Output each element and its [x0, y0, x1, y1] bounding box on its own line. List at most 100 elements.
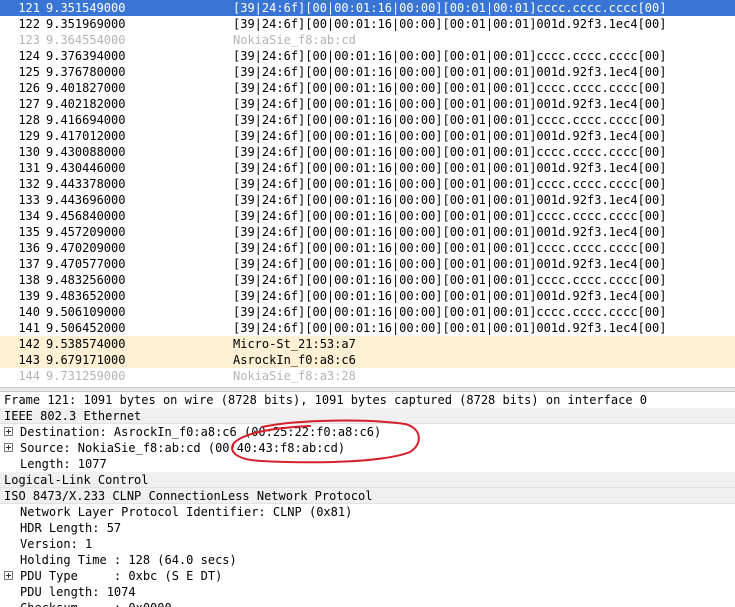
packet-time: 9.376394000: [46, 49, 126, 63]
packet-number: 133: [18, 193, 40, 207]
packet-info: NokiaSie_f8:ab:cd: [233, 33, 356, 47]
packet-time: 9.351549000: [46, 1, 126, 15]
packet-row[interactable]: 131 9.430446000 [39|24:6f][00|00:01:16|00:…: [0, 160, 735, 176]
packet-row[interactable]: 142 9.538574000 Micro-St_21:53:a7: [0, 336, 735, 352]
packet-row[interactable]: 137 9.470577000 [39|24:6f][00|00:01:16|00:…: [0, 256, 735, 272]
packet-number: 139: [18, 289, 40, 303]
packet-time: 9.351969000: [46, 17, 126, 31]
packet-row[interactable]: 136 9.470209000 [39|24:6f][00|00:01:16|00:…: [0, 240, 735, 256]
expand-plus-icon[interactable]: [4, 427, 13, 436]
packet-row[interactable]: 121 9.351549000 [39|24:6f][00|00:01:16|00:…: [0, 0, 735, 16]
detail-text: HDR Length: 57: [20, 521, 122, 535]
packet-number: 135: [18, 225, 40, 239]
packet-number: 132: [18, 177, 40, 191]
packet-row[interactable]: 138 9.483256000 [39|24:6f][00|00:01:16|00:…: [0, 272, 735, 288]
packet-info: [39|24:6f][00|00:01:16|00:00][00:01|00:0…: [233, 305, 667, 319]
packet-time: 9.402182000: [46, 97, 126, 111]
packet-list[interactable]: 121 9.351549000 [39|24:6f][00|00:01:16|00:…: [0, 0, 735, 387]
packet-info: [39|24:6f][00|00:01:16|00:00][00:01|00:0…: [233, 257, 667, 271]
detail-text: Holding Time : 128 (64.0 secs): [20, 553, 237, 567]
packet-row[interactable]: 143 9.679171000 AsrockIn_f0:a8:c6: [0, 352, 735, 368]
packet-row[interactable]: 140 9.506109000 [39|24:6f][00|00:01:16|00:…: [0, 304, 735, 320]
detail-field[interactable]: Length: 1077: [0, 456, 735, 472]
packet-number: 138: [18, 273, 40, 287]
packet-time: 9.456840000: [46, 209, 126, 223]
packet-time: 9.457209000: [46, 225, 126, 239]
packet-time: 9.401827000: [46, 81, 126, 95]
detail-field[interactable]: HDR Length: 57: [0, 520, 735, 536]
packet-number: 121: [18, 1, 40, 15]
packet-row[interactable]: 135 9.457209000 [39|24:6f][00|00:01:16|00:…: [0, 224, 735, 240]
expand-plus-icon[interactable]: [4, 443, 13, 452]
packet-time: 9.470577000: [46, 257, 126, 271]
detail-text: Version: 1: [20, 537, 93, 551]
packet-info: NokiaSie_f8:a3:28: [233, 369, 356, 383]
detail-text: Network Layer Protocol Identifier: CLNP …: [20, 505, 353, 519]
packet-row[interactable]: 144 9.731259000 NokiaSie_f8:a3:28: [0, 368, 735, 384]
packet-row[interactable]: 130 9.430088000 [39|24:6f][00|00:01:16|00:…: [0, 144, 735, 160]
packet-row[interactable]: 127 9.402182000 [39|24:6f][00|00:01:16|00:…: [0, 96, 735, 112]
packet-row[interactable]: 126 9.401827000 [39|24:6f][00|00:01:16|00:…: [0, 80, 735, 96]
packet-number: 137: [18, 257, 40, 271]
packet-number: 142: [18, 337, 40, 351]
detail-text: Destination: AsrockIn_f0:a8:c6 (00:25:22…: [20, 425, 382, 439]
packet-info: [39|24:6f][00|00:01:16|00:00][00:01|00:0…: [233, 113, 667, 127]
packet-info: AsrockIn_f0:a8:c6: [233, 353, 356, 367]
packet-info: [39|24:6f][00|00:01:16|00:00][00:01|00:0…: [233, 193, 667, 207]
packet-time: 9.376780000: [46, 65, 126, 79]
packet-info: [39|24:6f][00|00:01:16|00:00][00:01|00:0…: [233, 241, 667, 255]
packet-time: 9.679171000: [46, 353, 126, 367]
packet-number: 126: [18, 81, 40, 95]
detail-field[interactable]: Holding Time : 128 (64.0 secs): [0, 552, 735, 568]
detail-field[interactable]: Version: 1: [0, 536, 735, 552]
packet-info: [39|24:6f][00|00:01:16|00:00][00:01|00:0…: [233, 17, 667, 31]
detail-section-header[interactable]: IEEE 802.3 Ethernet: [0, 408, 735, 424]
packet-row[interactable]: 134 9.456840000 [39|24:6f][00|00:01:16|00:…: [0, 208, 735, 224]
packet-number: 140: [18, 305, 40, 319]
detail-text: Logical-Link Control: [4, 473, 149, 487]
detail-field[interactable]: Checksum : 0x0000: [0, 600, 735, 607]
packet-row[interactable]: 123 9.364554000 NokiaSie_f8:ab:cd: [0, 32, 735, 48]
detail-section-header[interactable]: Logical-Link Control: [0, 472, 735, 488]
packet-time: 9.430088000: [46, 145, 126, 159]
detail-text: Frame 121: 1091 bytes on wire (8728 bits…: [4, 393, 647, 407]
packet-row[interactable]: 125 9.376780000 [39|24:6f][00|00:01:16|00:…: [0, 64, 735, 80]
detail-field[interactable]: PDU length: 1074: [0, 584, 735, 600]
packet-info: [39|24:6f][00|00:01:16|00:00][00:01|00:0…: [233, 97, 667, 111]
packet-number: 141: [18, 321, 40, 335]
detail-field[interactable]: Source: NokiaSie_f8:ab:cd (00:40:43:f8:a…: [0, 440, 735, 456]
detail-field[interactable]: PDU Type : 0xbc (S E DT): [0, 568, 735, 584]
packet-time: 9.483256000: [46, 273, 126, 287]
packet-row[interactable]: 133 9.443696000 [39|24:6f][00|00:01:16|00:…: [0, 192, 735, 208]
packet-row[interactable]: 122 9.351969000 [39|24:6f][00|00:01:16|00:…: [0, 16, 735, 32]
packet-row[interactable]: 128 9.416694000 [39|24:6f][00|00:01:16|00:…: [0, 112, 735, 128]
packet-info: [39|24:6f][00|00:01:16|00:00][00:01|00:0…: [233, 321, 667, 335]
packet-row[interactable]: 141 9.506452000 [39|24:6f][00|00:01:16|00:…: [0, 320, 735, 336]
packet-time: 9.417012000: [46, 129, 126, 143]
packet-row[interactable]: 124 9.376394000 [39|24:6f][00|00:01:16|00:…: [0, 48, 735, 64]
detail-field[interactable]: Destination: AsrockIn_f0:a8:c6 (00:25:22…: [0, 424, 735, 440]
detail-field[interactable]: Frame 121: 1091 bytes on wire (8728 bits…: [0, 392, 735, 408]
packet-time: 9.731259000: [46, 369, 126, 383]
detail-text: Length: 1077: [20, 457, 107, 471]
packet-time: 9.506109000: [46, 305, 126, 319]
packet-time: 9.416694000: [46, 113, 126, 127]
packet-info: [39|24:6f][00|00:01:16|00:00][00:01|00:0…: [233, 129, 667, 143]
packet-number: 134: [18, 209, 40, 223]
packet-info: [39|24:6f][00|00:01:16|00:00][00:01|00:0…: [233, 209, 667, 223]
packet-time: 9.483652000: [46, 289, 126, 303]
packet-row[interactable]: 139 9.483652000 [39|24:6f][00|00:01:16|00:…: [0, 288, 735, 304]
packet-row[interactable]: 132 9.443378000 [39|24:6f][00|00:01:16|00:…: [0, 176, 735, 192]
packet-time: 9.443696000: [46, 193, 126, 207]
packet-info: Micro-St_21:53:a7: [233, 337, 356, 351]
packet-number: 144: [18, 369, 40, 383]
packet-number: 143: [18, 353, 40, 367]
packet-row[interactable]: 129 9.417012000 [39|24:6f][00|00:01:16|00:…: [0, 128, 735, 144]
detail-section-header[interactable]: ISO 8473/X.233 CLNP ConnectionLess Netwo…: [0, 488, 735, 504]
detail-field[interactable]: Network Layer Protocol Identifier: CLNP …: [0, 504, 735, 520]
packet-number: 131: [18, 161, 40, 175]
packet-info: [39|24:6f][00|00:01:16|00:00][00:01|00:0…: [233, 81, 667, 95]
expand-plus-icon[interactable]: [4, 571, 13, 580]
packet-details-tree[interactable]: Frame 121: 1091 bytes on wire (8728 bits…: [0, 392, 735, 607]
packet-number: 122: [18, 17, 40, 31]
